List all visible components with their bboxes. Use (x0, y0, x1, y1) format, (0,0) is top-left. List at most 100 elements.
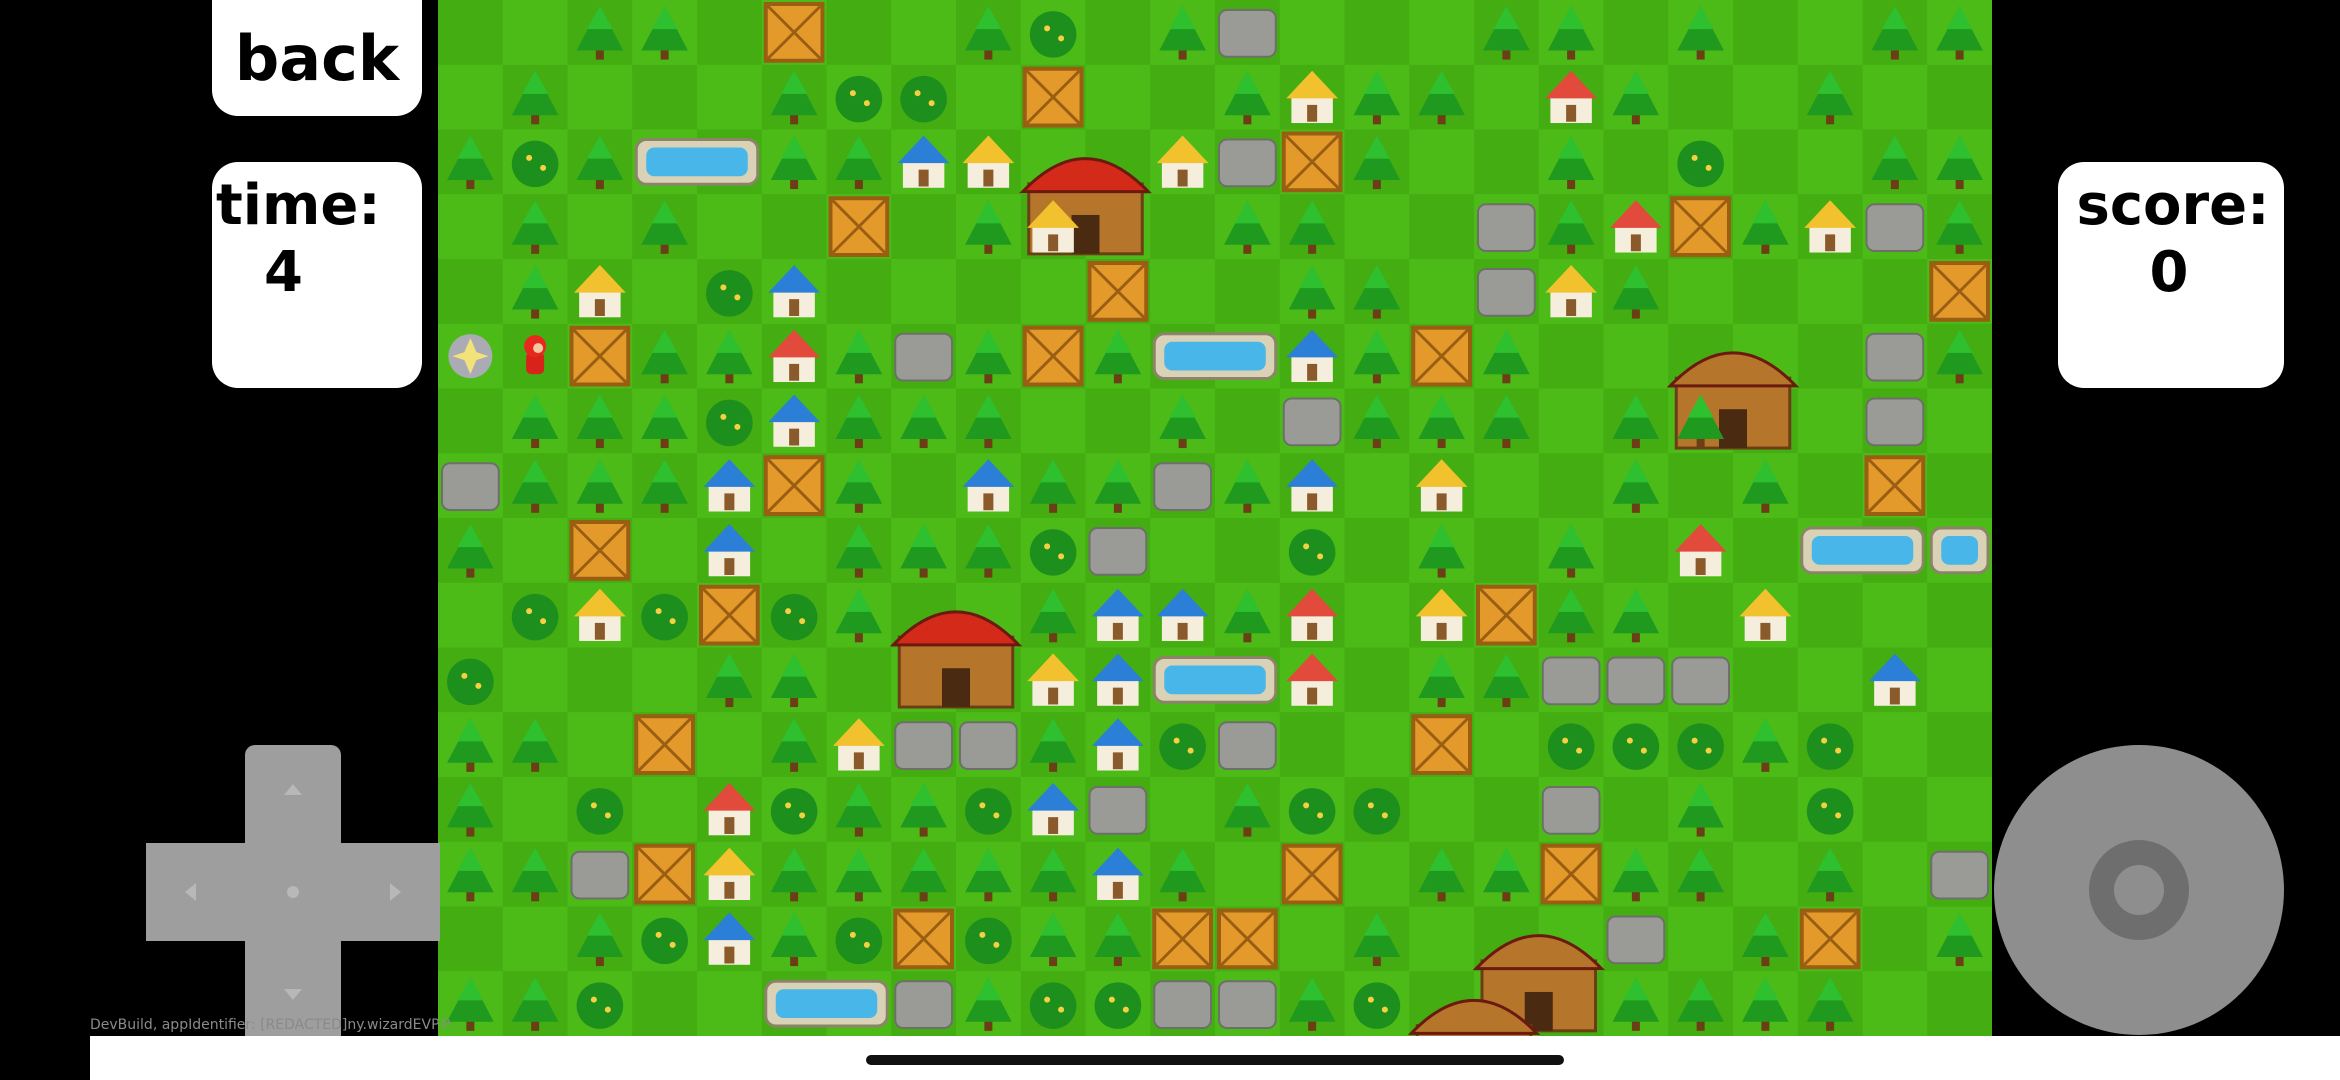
grass-tile (1668, 64, 1734, 130)
crate (1670, 196, 1731, 257)
crate (699, 584, 760, 646)
dpad-down-button[interactable] (273, 974, 313, 1014)
bush (1094, 982, 1142, 1029)
grass-tile (1862, 906, 1928, 972)
crate (1799, 908, 1861, 970)
grass-tile (502, 906, 568, 972)
back-button[interactable]: back (212, 0, 422, 116)
grass-tile (1733, 777, 1799, 843)
grass-tile (632, 259, 698, 325)
grass-tile (1215, 259, 1281, 325)
grass-tile (1279, 906, 1345, 972)
grass-tile (1344, 0, 1410, 66)
dpad-center (273, 872, 313, 912)
bush (965, 788, 1012, 835)
grass-tile (826, 647, 892, 713)
grass-tile (1862, 712, 1928, 778)
grass-tile (632, 647, 698, 713)
rock (894, 980, 953, 1029)
grass-tile (1668, 582, 1734, 648)
grass-tile (1538, 388, 1604, 454)
crate (763, 2, 825, 63)
grass-tile (1733, 841, 1799, 907)
crate (1411, 325, 1472, 387)
rock (1930, 850, 1989, 900)
crate (763, 455, 825, 516)
action-button[interactable] (1994, 745, 2284, 1035)
grass-tile (632, 777, 698, 843)
grass-tile (1344, 194, 1410, 260)
grass-tile (1344, 582, 1410, 648)
grass-tile (1150, 259, 1216, 325)
grass-tile (1344, 518, 1410, 584)
grass-tile (1862, 971, 1928, 1036)
grass-tile (1538, 453, 1604, 519)
grass-tile (1927, 388, 1992, 454)
grass-tile (1150, 518, 1216, 584)
score-panel: score: 0 (2058, 162, 2284, 388)
dpad-left-button[interactable] (171, 872, 211, 912)
grass-tile (1603, 518, 1669, 584)
arrow-down-icon (284, 989, 302, 1000)
grass-tile (1603, 129, 1669, 195)
score-label: score: (2076, 173, 2270, 238)
crate (569, 325, 631, 387)
grass-tile (1603, 0, 1669, 66)
crate (1022, 66, 1084, 128)
sparkle-portal (448, 334, 493, 379)
grass-tile (1797, 647, 1863, 713)
bush (511, 140, 559, 188)
grass-tile (1927, 453, 1992, 519)
grass-tile (438, 194, 504, 260)
rock (570, 850, 630, 900)
action-button-core (2114, 865, 2164, 915)
rock (1606, 915, 1666, 965)
rock (894, 332, 953, 382)
grass-tile (956, 259, 1022, 325)
grass-tile (1927, 971, 1992, 1036)
bush (1029, 11, 1077, 58)
grass-tile (632, 518, 698, 584)
grass-tile (1733, 0, 1799, 66)
crate (1411, 714, 1472, 775)
bush (835, 75, 883, 123)
grass-tile (1409, 0, 1475, 66)
grass-tile (567, 647, 633, 713)
rock (1218, 138, 1277, 188)
grass-tile (1344, 647, 1410, 713)
bush (1159, 723, 1206, 770)
grass-tile (567, 712, 633, 778)
grass-tile (1409, 906, 1475, 972)
rock (1477, 203, 1536, 252)
grass-tile (1927, 582, 1992, 648)
crate (1152, 908, 1213, 970)
crate (1217, 908, 1278, 970)
arrow-left-icon (185, 883, 196, 901)
grass-tile (1797, 453, 1863, 519)
time-label: time: (216, 173, 381, 238)
grass-tile (1150, 777, 1216, 843)
rock (1477, 268, 1536, 317)
dpad-up-button[interactable] (273, 770, 313, 810)
rock (441, 462, 500, 511)
crate (1476, 584, 1537, 646)
bush (447, 658, 494, 706)
rock (1153, 980, 1212, 1029)
grass-tile (438, 582, 504, 648)
dev-build-label: DevBuild, appIdentifier: [REDACTED]ny.wi… (90, 1017, 462, 1033)
crate (1864, 455, 1926, 516)
pond (1929, 526, 1990, 575)
grass-tile (1927, 712, 1992, 778)
rock (1541, 656, 1601, 706)
grass-tile (1085, 0, 1151, 66)
bush (1677, 723, 1724, 770)
grass-tile (1668, 906, 1734, 972)
dpad-right-button[interactable] (375, 872, 415, 912)
bush (1029, 529, 1077, 576)
rock (1218, 721, 1277, 770)
grass-tile (567, 64, 633, 130)
home-indicator[interactable] (866, 1055, 1564, 1065)
grass-tile (502, 777, 568, 843)
pond (764, 979, 889, 1028)
grass-tile (891, 0, 957, 66)
